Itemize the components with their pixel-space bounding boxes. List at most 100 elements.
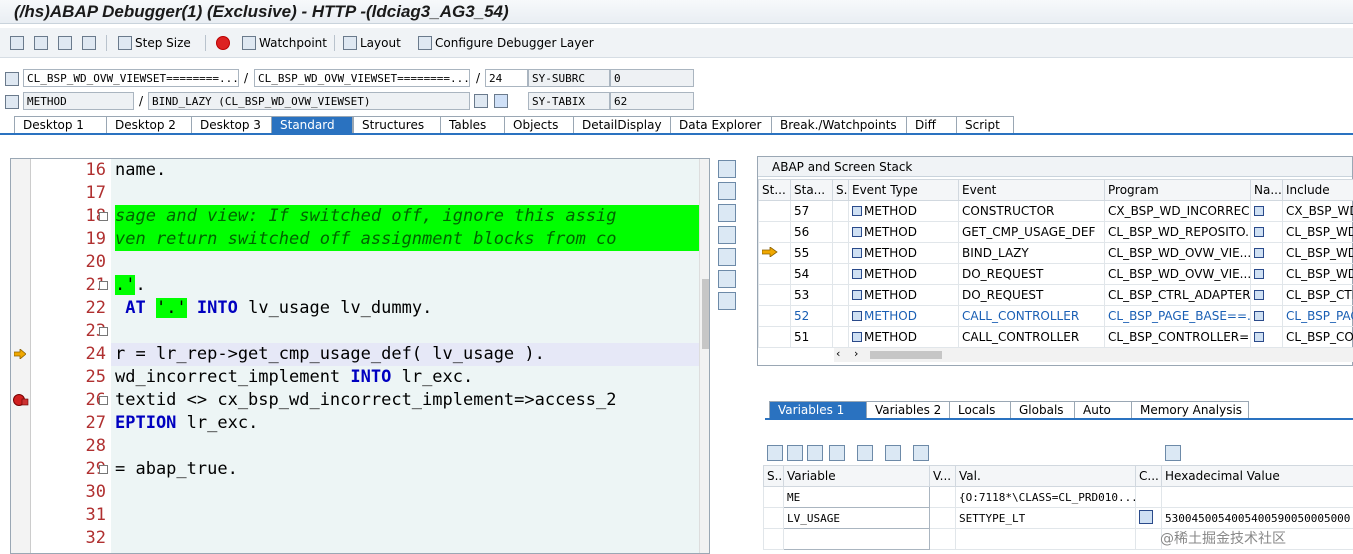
navigate-icon[interactable] xyxy=(1254,332,1264,342)
source-vertical-scrollbar[interactable] xyxy=(699,159,709,553)
column-header[interactable]: Event xyxy=(958,179,1105,201)
tab-diff[interactable]: Diff xyxy=(906,116,957,134)
navigate-icon[interactable] xyxy=(1254,269,1264,279)
tab-auto[interactable]: Auto xyxy=(1074,401,1132,419)
column-header[interactable]: S... xyxy=(832,179,849,201)
fold-toggle-icon[interactable] xyxy=(99,281,108,290)
move-icon[interactable] xyxy=(885,445,901,461)
stack-row[interactable]: 53 METHOD DO_REQUEST CL_BSP_CTRL_ADAPTER...… xyxy=(758,284,1353,306)
configure-layer-button[interactable]: Configure Debugger Layer xyxy=(418,34,594,52)
column-header[interactable]: St... xyxy=(758,179,791,201)
column-header[interactable]: Hexadecimal Value xyxy=(1161,465,1353,487)
tab-data-explorer[interactable]: Data Explorer xyxy=(670,116,772,134)
execute-icon[interactable] xyxy=(34,34,51,52)
tab-structures[interactable]: Structures xyxy=(353,116,441,134)
tab-tables[interactable]: Tables xyxy=(440,116,505,134)
column-header[interactable]: Val. xyxy=(955,465,1136,487)
variable-name-input[interactable]: ME xyxy=(783,486,930,508)
navigate-icon[interactable] xyxy=(1254,290,1264,300)
stack-row[interactable]: 52 METHOD CALL_CONTROLLER CL_BSP_PAGE_BASE=… xyxy=(758,305,1353,327)
event-name: GET_CMP_USAGE_DEF xyxy=(958,221,1105,243)
tab-locals[interactable]: Locals xyxy=(949,401,1011,419)
close-tool-icon[interactable] xyxy=(718,160,736,178)
find-icon[interactable] xyxy=(913,445,929,461)
variable-row[interactable]: ME {O:7118*\CLASS=CL_PRD010... xyxy=(763,486,1353,508)
include-field[interactable]: CL_BSP_WD_OVW_VIEWSET========... xyxy=(254,69,470,87)
return-icon[interactable] xyxy=(58,34,75,52)
event-type: METHOD xyxy=(864,309,917,323)
breakpoint-gutter[interactable] xyxy=(11,159,31,553)
scrollbar-thumb[interactable] xyxy=(702,279,709,349)
sort-icon[interactable] xyxy=(857,445,873,461)
stop-icon[interactable] xyxy=(216,34,233,52)
settings-icon[interactable] xyxy=(718,292,736,310)
stack-row[interactable]: 51 METHOD CALL_CONTROLLER CL_BSP_CONTROLLER… xyxy=(758,326,1353,348)
current-line-arrow-icon xyxy=(14,349,26,359)
navigate-icon[interactable] xyxy=(1254,248,1264,258)
breakpoint-icon[interactable] xyxy=(13,393,29,407)
tab-standard[interactable]: Standard xyxy=(271,116,353,134)
tab-variables-1[interactable]: Variables 1 xyxy=(769,401,867,419)
watchpoint-button[interactable]: Watchpoint xyxy=(242,34,327,52)
column-header[interactable]: C... xyxy=(1135,465,1162,487)
tab-globals[interactable]: Globals xyxy=(1010,401,1075,419)
resize-icon[interactable] xyxy=(718,248,736,266)
layout-button[interactable]: Layout xyxy=(343,34,401,52)
tab-desktop-1[interactable]: Desktop 1 xyxy=(14,116,107,134)
tab-memory-analysis[interactable]: Memory Analysis xyxy=(1131,401,1249,419)
column-header[interactable]: S... xyxy=(763,465,784,487)
transfer-icon[interactable] xyxy=(829,445,845,461)
stack-row[interactable]: 57 METHOD CONSTRUCTOR CX_BSP_WD_INCORREC...… xyxy=(758,200,1353,222)
navigate-icon[interactable] xyxy=(1254,227,1264,237)
remove-icon[interactable] xyxy=(807,445,823,461)
display-source-icon[interactable] xyxy=(474,94,488,108)
tab-desktop-3[interactable]: Desktop 3 xyxy=(191,116,272,134)
continue-icon[interactable] xyxy=(82,34,99,52)
navigate-icon[interactable] xyxy=(1254,206,1264,216)
edit-pencil-icon[interactable] xyxy=(1139,510,1153,524)
swap-tool-icon[interactable] xyxy=(718,204,736,222)
navigate-icon[interactable] xyxy=(1254,311,1264,321)
maximize-icon[interactable] xyxy=(718,226,736,244)
stack-horizontal-scrollbar[interactable]: ‹ › xyxy=(834,347,1353,362)
delete-icon[interactable] xyxy=(767,445,783,461)
tab-breakpoints[interactable]: Break./Watchpoints xyxy=(771,116,907,134)
services-icon[interactable] xyxy=(718,270,736,288)
stack-row[interactable]: 56 METHOD GET_CMP_USAGE_DEF CL_BSP_WD_REPOS… xyxy=(758,221,1353,243)
fold-toggle-icon[interactable] xyxy=(99,465,108,474)
line-number-field[interactable]: 24 xyxy=(485,69,528,87)
tab-desktop-2[interactable]: Desktop 2 xyxy=(106,116,192,134)
scroll-right-icon[interactable]: › xyxy=(854,347,858,360)
column-header[interactable]: Event Type xyxy=(848,179,959,201)
column-header[interactable]: V... xyxy=(929,465,956,487)
variable-name-input[interactable]: LV_USAGE xyxy=(783,507,930,529)
fold-toggle-icon[interactable] xyxy=(99,327,108,336)
column-header[interactable]: Variable xyxy=(783,465,930,487)
tab-objects[interactable]: Objects xyxy=(504,116,574,134)
tab-script[interactable]: Script xyxy=(956,116,1014,134)
fold-toggle-icon[interactable] xyxy=(99,396,108,405)
source-code-pane[interactable]: 16 17 18 19 20 21 22 23 24 25 26 27 28 2… xyxy=(10,158,710,554)
variable-name-input[interactable] xyxy=(783,528,930,550)
column-header[interactable]: Include xyxy=(1282,179,1353,201)
tab-detaildisplay[interactable]: DetailDisplay xyxy=(573,116,671,134)
insert-icon[interactable] xyxy=(787,445,803,461)
scrollbar-thumb[interactable] xyxy=(870,351,942,359)
scroll-left-icon[interactable]: ‹ xyxy=(836,347,840,360)
fold-toggle-icon[interactable] xyxy=(99,212,108,221)
stack-row-current[interactable]: 55 METHOD BIND_LAZY CL_BSP_WD_OVW_VIE... CL_… xyxy=(758,242,1353,264)
step-size-button[interactable]: Step Size xyxy=(118,34,191,52)
column-header[interactable]: Na... xyxy=(1250,179,1283,201)
code-line-26: textid <> cx_bsp_wd_incorrect_implement=… xyxy=(115,390,617,410)
variable-row[interactable]: LV_USAGE SETTYPE_LT 53004500540054005900… xyxy=(763,507,1353,529)
main-program-field[interactable]: CL_BSP_WD_OVW_VIEWSET========... xyxy=(23,69,239,87)
new-tool-icon[interactable] xyxy=(718,182,736,200)
single-step-icon[interactable] xyxy=(10,34,27,52)
save-icon[interactable] xyxy=(1165,445,1181,461)
stack-row[interactable]: 54 METHOD DO_REQUEST CL_BSP_WD_OVW_VIE... CL… xyxy=(758,263,1353,285)
tab-variables-2[interactable]: Variables 2 xyxy=(866,401,950,419)
info-icon[interactable] xyxy=(494,94,508,108)
column-header[interactable]: Program xyxy=(1104,179,1251,201)
method-icon xyxy=(852,206,862,216)
column-header[interactable]: Sta... xyxy=(790,179,833,201)
